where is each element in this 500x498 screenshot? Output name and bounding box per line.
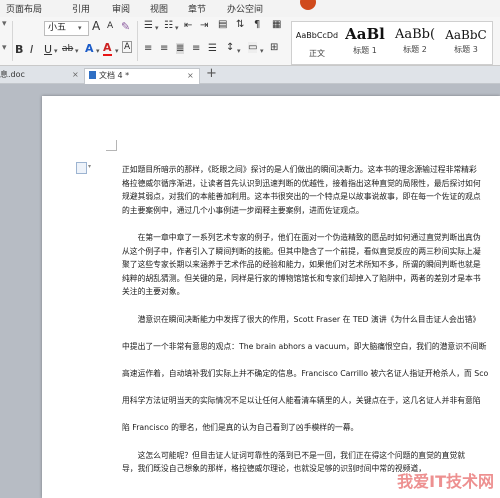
strike-dropdown-icon[interactable]: ▾ (75, 47, 79, 55)
style-preview: AaBl (345, 25, 385, 43)
new-tab-icon[interactable]: + (206, 66, 217, 81)
close-icon[interactable]: × (187, 69, 194, 83)
margin-corner-mark (106, 140, 117, 151)
style-label: 标题 3 (454, 45, 478, 54)
document-workspace: ▾ 正如题目所暗示的那样，《眨眼之间》探讨的是人们做出的瞬间决断力。这本书的理念… (0, 84, 500, 498)
doc-tab-label: 文档 4 * (99, 71, 130, 80)
style-normal[interactable]: AaBbCcDd 正文 (294, 22, 340, 64)
close-icon[interactable]: × (72, 68, 79, 82)
document-line: 这怎么可能呢？但目击证人证词可靠性的落到已不是一回，我们正在得这个问题的直觉的直… (122, 450, 466, 460)
style-heading-1[interactable]: AaBl 标题 1 (342, 22, 388, 64)
ribbon-tab-bar: 页面布局 引用 审阅 视图 章节 办公空间 (0, 0, 500, 18)
clipboard-arrow-icon[interactable]: ▾ (2, 43, 7, 53)
document-line: 关注的主要对象。 (122, 287, 185, 297)
document-line: 从这个例子中，作者引入了瞬间判断的技能。但其中隐含了一个前提，看似直觉反应的两三… (122, 246, 481, 256)
distribute-icon[interactable]: ☰ (208, 43, 217, 54)
font-size-dropdown-icon[interactable]: ▾ (78, 24, 82, 32)
document-line: 中提出了一个非常有意思的观点：The brain abhors a vacuum… (122, 341, 487, 351)
sort-icon[interactable]: ⇅ (236, 19, 244, 30)
strikethrough-icon[interactable]: ab (62, 44, 73, 54)
document-line: 聚了这些专家长期以来涵养于艺术作品的经验和能力，如果他们对艺术所知不多，所谓的瞬… (122, 260, 481, 270)
document-line: 正如题目所暗示的那样，《眨眼之间》探讨的是人们做出的瞬间决断力。这本书的理念源输… (122, 165, 477, 174)
document-line: 的主要案例中，通过几个小事例进一步阐释主要案例，进而佐证观点。 (122, 205, 364, 215)
border-icon[interactable]: ⊞ (270, 42, 278, 53)
shading-icon[interactable]: ▭ (248, 42, 258, 53)
highlight-dropdown-icon[interactable]: ▾ (115, 47, 119, 55)
char-border-icon[interactable]: A (122, 41, 133, 53)
shrink-font-icon[interactable]: A (107, 21, 113, 31)
document-line: 导，我们既没自己想象的那样，格拉德威尔理论，也就没足够的识别时间中常的视频道， (122, 464, 427, 474)
watermark: 我爱IT技术网 (397, 472, 494, 491)
ribbon-toolbar: ▾ ▾ 小五 ▾ A A ✎ B I U ▾ ab ▾ A ▾ A ▾ A ☰ … (0, 17, 500, 66)
clear-format-icon[interactable]: ✎ (121, 20, 130, 33)
style-label: 标题 2 (403, 45, 427, 54)
doc-tab-label: 息.doc (0, 70, 25, 79)
bullet-dropdown-icon[interactable]: ▾ (155, 24, 159, 32)
style-label: 正文 (309, 49, 325, 58)
style-label: 标题 1 (353, 46, 377, 55)
doc-tab-2[interactable]: 文档 4 * × (84, 68, 200, 84)
document-line: 格拉德威尔循序渐进，让读者首先认识到迅速判断的优越性，接着指出这种直觉的局限性，… (122, 178, 481, 188)
line-spacing-icon[interactable]: ↕ (226, 42, 234, 53)
numbered-dropdown-icon[interactable]: ▾ (175, 24, 179, 32)
italic-icon[interactable]: I (30, 43, 33, 56)
line-spacing-dropdown-icon[interactable]: ▾ (237, 47, 241, 55)
style-heading-3[interactable]: AaBbC 标题 3 (442, 22, 490, 64)
bold-icon[interactable]: B (15, 43, 23, 56)
underline-icon[interactable]: U (44, 43, 52, 56)
style-preview: AaBbCcDd (295, 31, 339, 40)
chinese-layout-icon[interactable]: ▤ (218, 19, 227, 30)
document-line: 高速运作着，自动填补我们实际上并不确定的信息。Francisco Carrill… (122, 369, 489, 378)
font-color-dropdown-icon[interactable]: ▾ (96, 47, 100, 55)
document-page[interactable]: ▾ 正如题目所暗示的那样，《眨眼之间》探讨的是人们做出的瞬间决断力。这本书的理念… (42, 96, 500, 498)
font-size-value: 小五 (48, 23, 67, 33)
divider (12, 21, 13, 61)
document-line: 规避其弱点，对我们的本能善加利用。这本书很突出的一个特点是以故事说故事，即在每一… (122, 192, 481, 202)
style-preview: AaBb( (394, 27, 436, 42)
tab-office-space[interactable]: 办公空间 (227, 2, 263, 15)
document-line: 潜意识在瞬间决断能力中发挥了很大的作用，Scott Fraser 在 TED 演… (122, 314, 481, 324)
font-color-icon[interactable]: A (85, 42, 94, 55)
grow-font-icon[interactable]: A (92, 19, 100, 33)
tab-section[interactable]: 章节 (188, 2, 206, 15)
style-preview: AaBbC (445, 28, 487, 42)
highlight-color-icon[interactable]: A (103, 42, 112, 56)
increase-indent-icon[interactable]: ⇥ (200, 20, 208, 31)
align-center-icon[interactable]: ≡ (160, 43, 168, 54)
styles-gallery: AaBbCcDd 正文 AaBl 标题 1 AaBb( 标题 2 AaBbC 标… (291, 21, 493, 65)
document-line: 陷 Francisco 的罪名，他们是真的认为自己看到了凶手模样的一幕。 (122, 423, 359, 433)
account-icon[interactable] (300, 0, 316, 10)
align-right-icon[interactable]: ≡ (192, 43, 200, 54)
paragraph-layout-icon[interactable] (76, 162, 87, 174)
doc-tab-1[interactable]: 息.doc × (0, 68, 80, 83)
bullet-list-icon[interactable]: ☰ (144, 20, 153, 31)
tab-review[interactable]: 审阅 (112, 2, 130, 15)
tab-references[interactable]: 引用 (72, 2, 90, 15)
style-heading-2[interactable]: AaBb( 标题 2 (390, 22, 440, 64)
tab-page-layout[interactable]: 页面布局 (6, 2, 42, 15)
align-justify-icon[interactable]: ≣ (176, 43, 185, 54)
document-line: 在第一章中章了一系列艺术专家的例子，他们在面对一个伪造精致的愿品时如何通过直觉判… (122, 233, 481, 242)
table-border-icon[interactable]: ▦ (272, 19, 281, 30)
paragraph-layout-dropdown-icon[interactable]: ▾ (88, 163, 91, 170)
numbered-list-icon[interactable]: ☷ (164, 20, 173, 31)
divider (137, 21, 138, 61)
document-tab-strip: 息.doc × 文档 4 * × + (0, 66, 500, 84)
tab-view[interactable]: 视图 (150, 2, 168, 15)
align-left-icon[interactable]: ≡ (144, 43, 152, 54)
document-line: 用科学方法证明当天的实际情况不足以让任何人能看清车辆里的人，关键点在于，这几名证… (122, 396, 481, 406)
document-icon (89, 71, 96, 79)
document-line: 纯粹的胡乱猜测。但关键的是，同样是行家的博物馆馆长和专家们却掉入了陷阱中，两者的… (122, 273, 481, 283)
format-painter-icon[interactable]: ▾ (2, 19, 7, 29)
shading-dropdown-icon[interactable]: ▾ (260, 47, 264, 55)
underline-dropdown-icon[interactable]: ▾ (54, 47, 58, 55)
font-size-select[interactable]: 小五 (44, 21, 89, 36)
decrease-indent-icon[interactable]: ⇤ (184, 20, 192, 31)
show-marks-icon[interactable]: ¶ (254, 19, 260, 30)
